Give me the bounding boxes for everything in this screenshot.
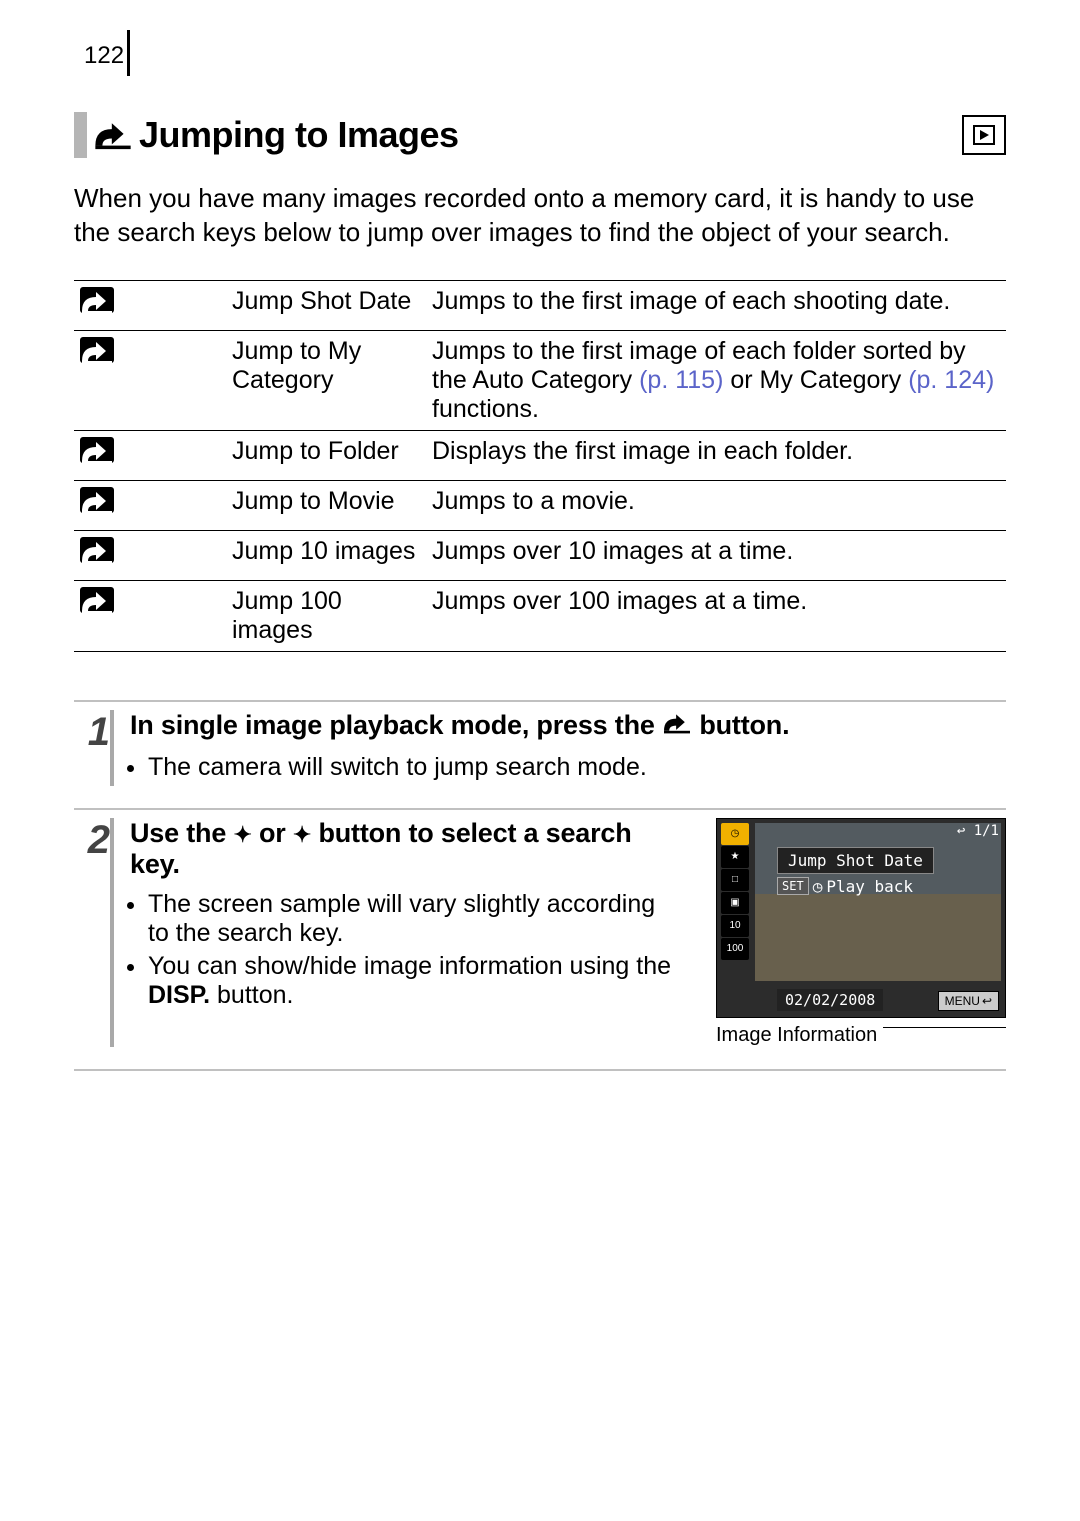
lcd-tooltip: Jump Shot Date [777,847,934,874]
table-row: Jump 100 images Jumps over 100 images at… [74,580,1006,651]
step-2: 2 Use the ✦ or ✦ button to select a sear… [74,808,1006,1071]
section-title-wrap: Jumping to Images [74,112,459,158]
down-arrow-icon: ✦ [293,822,311,848]
bullet-text: You can show/hide image information usin… [148,952,671,980]
jump-movie-icon [80,487,114,513]
step-title: In single image playback mode, press the… [130,710,1006,743]
step-title-text: In single image playback mode, press the [130,710,662,740]
playback-mode-icon [962,115,1006,155]
up-arrow-icon: ✦ [233,822,251,848]
lcd-counter: ↩ 1/1 [957,823,999,839]
step-bullet: The screen sample will vary slightly acc… [148,890,682,948]
jump-my-category-icon [80,337,114,363]
jump-folder-icon [80,437,114,463]
step-number: 2 [74,818,114,1047]
search-key-label: Jump to My Category [224,330,424,430]
lcd-mode-icon: 100 [721,938,749,960]
caption-leader-line [883,1027,1006,1028]
step-1: 1 In single image playback mode, press t… [74,700,1006,808]
step-bullet: The camera will switch to jump search mo… [148,753,1006,782]
section-accent-bar [74,112,87,158]
table-row: Jump to My Category Jumps to the first i… [74,330,1006,430]
steps: 1 In single image playback mode, press t… [74,700,1006,1071]
step-title-text: Use the [130,818,233,848]
search-key-desc: Jumps to the first image of each shootin… [424,280,1006,330]
lcd-mode-icon: 10 [721,915,749,937]
search-key-desc: Jumps over 100 images at a time. [424,580,1006,651]
table-row: Jump to Movie Jumps to a movie. [74,480,1006,530]
jump-button-icon [662,710,692,743]
lcd-counter-value: 1/1 [974,823,999,839]
section-intro: When you have many images recorded onto … [74,182,1006,250]
search-key-desc: Jumps over 10 images at a time. [424,530,1006,580]
search-key-label: Jump Shot Date [224,280,424,330]
step-title: Use the ✦ or ✦ button to select a search… [130,818,682,880]
search-keys-table: Jump Shot Date Jumps to the first image … [74,280,1006,652]
lcd-caption-text: Image Information [716,1024,877,1047]
lcd-caption: Image Information [716,1024,1006,1047]
lcd-set-play: SET ◷ Play back [777,877,913,896]
page-number: 122 [74,30,1006,76]
search-key-label: Jump 10 images [224,530,424,580]
jump-100-icon [80,587,114,613]
set-label: SET [777,877,809,895]
step-bullet: You can show/hide image information usin… [148,952,682,1010]
page-number-value: 122 [84,42,127,76]
page-ref-link[interactable]: (p. 115) [639,366,723,394]
menu-label: MENU [945,994,980,1008]
lcd-date: 02/02/2008 [777,989,883,1011]
search-key-label: Jump 100 images [224,580,424,651]
step-number: 1 [74,710,114,786]
step-title-text: or [259,818,293,848]
lcd-mode-icon: ★ [721,846,749,868]
search-key-desc: Displays the first image in each folder. [424,430,1006,480]
lcd-mode-sidebar: ◷ ★ □ ▣ 10 100 [721,823,749,960]
table-row: Jump 10 images Jumps over 10 images at a… [74,530,1006,580]
section-header: Jumping to Images [74,112,1006,158]
search-key-desc: Jumps to the first image of each folder … [424,330,1006,430]
page-number-divider [127,30,130,76]
lcd-mode-icon: ▣ [721,892,749,914]
page-ref-link[interactable]: (p. 124) [908,366,994,394]
search-key-label: Jump to Folder [224,430,424,480]
lcd-screenshot: ◷ ★ □ ▣ 10 100 ↩ 1/1 Jump Shot Date SET … [716,818,1006,1018]
search-key-desc: Jumps to a movie. [424,480,1006,530]
section-title: Jumping to Images [139,114,459,156]
step-title-text: button. [699,710,789,740]
jump-10-icon [80,537,114,563]
jump-icon [93,117,133,153]
lcd-mode-icon: □ [721,869,749,891]
screen-sample: ◷ ★ □ ▣ 10 100 ↩ 1/1 Jump Shot Date SET … [716,818,1006,1047]
playback-label: Play back [826,877,913,896]
jump-shot-date-icon [80,287,114,313]
clock-icon: ◷ [813,877,823,896]
disp-button-label: DISP. [148,981,210,1009]
desc-text: or My Category [723,366,908,394]
table-row: Jump to Folder Displays the first image … [74,430,1006,480]
search-key-label: Jump to Movie [224,480,424,530]
bullet-text: button. [210,981,293,1009]
lcd-mode-icon: ◷ [721,823,749,845]
table-row: Jump Shot Date Jumps to the first image … [74,280,1006,330]
lcd-menu-badge: MENU ↩ [938,991,999,1011]
desc-text: functions. [432,395,539,423]
